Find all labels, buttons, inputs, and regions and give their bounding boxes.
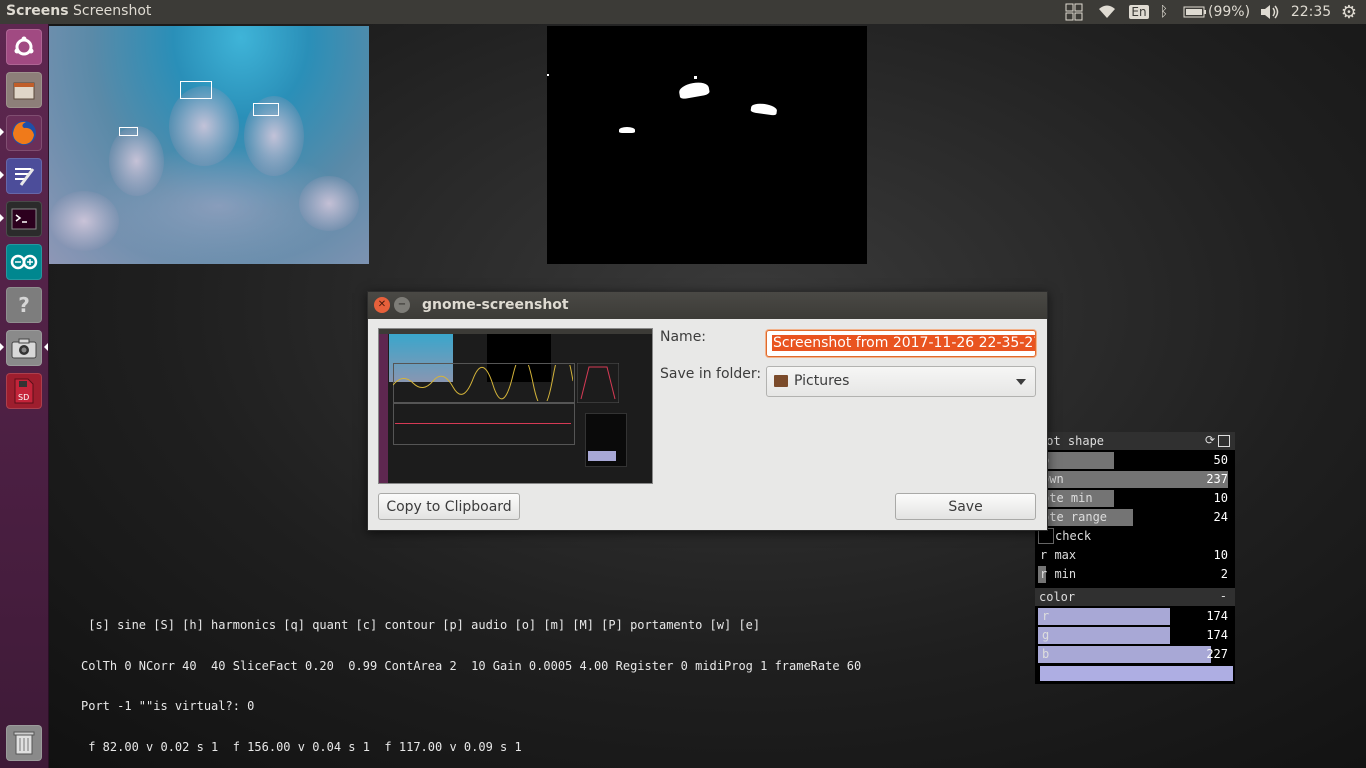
save-screenshot-dialog: ✕ − gnome-screenshot Name: Screenshot fr… bbox=[367, 291, 1048, 531]
filename-selected-text: Screenshot from 2017-11-26 22-35-27.png bbox=[772, 335, 1035, 351]
bluetooth-icon[interactable]: ᛒ bbox=[1156, 2, 1172, 22]
refresh-icon[interactable]: ⟳ bbox=[1205, 433, 1215, 447]
slider-value: 24 bbox=[1213, 510, 1228, 524]
top-panel: Screens Screenshot En ᛒ (99%) 22:35 ⚙ bbox=[0, 0, 1366, 24]
detection-box bbox=[180, 81, 212, 99]
color-slider-row[interactable]: b 227 bbox=[1038, 646, 1232, 663]
filename-input[interactable]: Screenshot from 2017-11-26 22-35-27.png bbox=[766, 330, 1036, 357]
slider-value: 50 bbox=[1213, 453, 1228, 467]
terminal-line: f 82.00 v 0.02 s 1 f 156.00 v 0.04 s 1 f… bbox=[81, 739, 522, 754]
color-slider-row[interactable]: g 174 bbox=[1038, 627, 1232, 644]
slider-label: ote range bbox=[1042, 510, 1108, 524]
ubuntu-dash-icon[interactable] bbox=[6, 29, 42, 65]
slider-label: r max bbox=[1040, 548, 1077, 562]
collapse-button[interactable]: - bbox=[1220, 589, 1227, 603]
trash-icon[interactable] bbox=[6, 725, 42, 761]
save-button[interactable]: Save bbox=[895, 493, 1036, 520]
slider-row[interactable]: ote min 10 bbox=[1038, 490, 1232, 507]
slider-value: 237 bbox=[1206, 472, 1228, 486]
copy-to-clipboard-button[interactable]: Copy to Clipboard bbox=[378, 493, 520, 520]
file-manager-icon[interactable] bbox=[6, 72, 42, 108]
threshold-view bbox=[547, 26, 867, 264]
chevron-down-icon bbox=[1016, 379, 1026, 385]
terminal-line: Port -1 ""is virtual?: 0 bbox=[81, 699, 255, 713]
detection-box bbox=[253, 103, 279, 116]
slider-label: r min bbox=[1040, 567, 1077, 581]
slider-row[interactable]: r max 10 bbox=[1038, 547, 1232, 564]
text-editor-icon[interactable] bbox=[6, 158, 42, 194]
slider-label: g bbox=[1042, 628, 1050, 642]
app-title-text: Screenshot bbox=[73, 3, 152, 19]
slider-value: 10 bbox=[1213, 548, 1228, 562]
sd-card-icon[interactable]: SD bbox=[6, 373, 42, 409]
name-label: Name: bbox=[660, 329, 707, 345]
terminal-output: [s] sine [S] [h] harmonics [q] quant [c]… bbox=[81, 592, 861, 768]
terminal-icon[interactable] bbox=[6, 201, 42, 237]
app-title: Screens Screenshot bbox=[6, 3, 151, 19]
keyboard-layout: En bbox=[1129, 5, 1149, 19]
slider-row[interactable]: ote range 24 bbox=[1038, 509, 1232, 526]
battery-icon[interactable] bbox=[1182, 2, 1208, 22]
workspace-switcher-icon[interactable] bbox=[1064, 2, 1084, 22]
detection-box bbox=[119, 127, 138, 136]
color-slider-row[interactable]: r 174 bbox=[1038, 608, 1232, 625]
dialog-title: gnome-screenshot bbox=[422, 297, 569, 313]
slider-row[interactable]: own 237 bbox=[1038, 471, 1232, 488]
slider-value: 10 bbox=[1213, 491, 1228, 505]
keyboard-indicator[interactable]: En bbox=[1128, 2, 1150, 22]
app-title-truncated: Screens bbox=[6, 3, 69, 19]
clock[interactable]: 22:35 bbox=[1291, 2, 1331, 22]
firefox-icon[interactable] bbox=[6, 115, 42, 151]
close-icon[interactable]: ✕ bbox=[374, 297, 390, 313]
color-group-title: color bbox=[1039, 590, 1076, 604]
slider-value: 174 bbox=[1206, 609, 1228, 623]
folder-icon bbox=[774, 375, 788, 387]
panel-header[interactable]: pot shape ⟳ bbox=[1035, 432, 1235, 450]
launcher: ? SD bbox=[0, 24, 49, 768]
dialog-titlebar[interactable]: ✕ − gnome-screenshot bbox=[368, 292, 1047, 319]
folder-value: Pictures bbox=[794, 373, 850, 389]
panel-title: pot shape bbox=[1039, 434, 1105, 448]
battery-percent: (99%) bbox=[1207, 4, 1251, 20]
arduino-icon[interactable] bbox=[6, 244, 42, 280]
check-row[interactable]: check bbox=[1038, 528, 1232, 545]
screenshot-preview bbox=[378, 328, 653, 484]
color-group-header[interactable]: color - bbox=[1035, 588, 1235, 606]
screenshot-icon[interactable] bbox=[6, 330, 42, 366]
volume-icon[interactable] bbox=[1258, 2, 1282, 22]
check-label: check bbox=[1055, 529, 1092, 543]
minimize-icon[interactable]: − bbox=[394, 297, 410, 313]
slider-value: 227 bbox=[1206, 647, 1228, 661]
slider-row[interactable]: p 50 bbox=[1038, 452, 1232, 469]
terminal-line: ColTh 0 NCorr 40 40 SliceFact 0.20 0.99 … bbox=[81, 658, 862, 673]
terminal-line: [s] sine [S] [h] harmonics [q] quant [c]… bbox=[81, 618, 761, 632]
slider-label: ote min bbox=[1042, 491, 1093, 505]
svg-text:SD: SD bbox=[18, 393, 29, 402]
slider-label: r bbox=[1042, 609, 1050, 623]
slider-row[interactable]: r min 2 bbox=[1038, 566, 1232, 583]
help-icon[interactable]: ? bbox=[6, 287, 42, 323]
folder-label: Save in folder: bbox=[660, 366, 762, 382]
slider-value: 174 bbox=[1206, 628, 1228, 642]
color-swatch bbox=[1040, 666, 1233, 681]
slider-label: b bbox=[1042, 647, 1050, 661]
parameter-panel: pot shape ⟳ p 50 own 237 ote min 10 ote … bbox=[1035, 432, 1235, 684]
camera-view bbox=[49, 26, 369, 264]
save-icon[interactable] bbox=[1218, 435, 1230, 447]
folder-select[interactable]: Pictures bbox=[766, 366, 1036, 397]
wifi-icon[interactable] bbox=[1096, 2, 1118, 22]
gear-icon[interactable]: ⚙ bbox=[1337, 2, 1361, 23]
slider-value: 2 bbox=[1220, 567, 1228, 581]
